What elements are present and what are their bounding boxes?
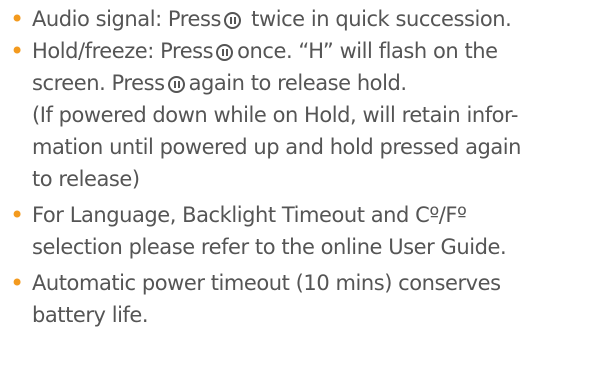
bullet-marker: • bbox=[10, 5, 24, 33]
list-item-language-backlight: • For Language, Backlight Timeout and Cº… bbox=[10, 199, 610, 263]
list-item-audio-signal: • Audio signal: Press twice in quick suc… bbox=[10, 3, 610, 35]
text-line: to release) bbox=[32, 167, 140, 191]
hold-button-icon bbox=[167, 76, 185, 93]
text-line: (If powered down while on Hold, will ret… bbox=[32, 103, 519, 127]
text-segment: twice in quick succession. bbox=[244, 7, 512, 31]
text-line: Hold/freeze: Press once. “H” will flash o… bbox=[32, 35, 610, 67]
text-line: selection please refer to the online Use… bbox=[32, 235, 507, 259]
bullet-marker: • bbox=[10, 201, 24, 229]
text-line: mation until powered up and hold pressed… bbox=[32, 135, 522, 159]
text-segment: again to release hold. bbox=[188, 71, 407, 95]
text-line: For Language, Backlight Timeout and Cº/F… bbox=[32, 203, 467, 227]
text-line: Audio signal: Press twice in quick succe… bbox=[32, 3, 610, 35]
bullet-marker: • bbox=[10, 37, 24, 65]
text-segment: screen. Press bbox=[32, 71, 165, 95]
list-item-hold-freeze: • Hold/freeze: Press once. “H” will flash… bbox=[10, 35, 610, 195]
text-line: Automatic power timeout (10 mins) conser… bbox=[32, 271, 501, 295]
text-line: battery life. bbox=[32, 303, 149, 327]
list-item-power-timeout: • Automatic power timeout (10 mins) cons… bbox=[10, 267, 610, 331]
text-segment: Audio signal: Press bbox=[32, 7, 221, 31]
text-segment: once. “H” will flash on the bbox=[237, 39, 498, 63]
hold-button-icon bbox=[223, 12, 241, 29]
text-segment: Hold/freeze: Press bbox=[32, 39, 214, 63]
hold-button-icon bbox=[216, 44, 234, 61]
bullet-marker: • bbox=[10, 269, 24, 297]
instructions-list: • Audio signal: Press twice in quick suc… bbox=[10, 3, 610, 331]
text-line: screen. Press again to release hold. bbox=[32, 67, 610, 99]
